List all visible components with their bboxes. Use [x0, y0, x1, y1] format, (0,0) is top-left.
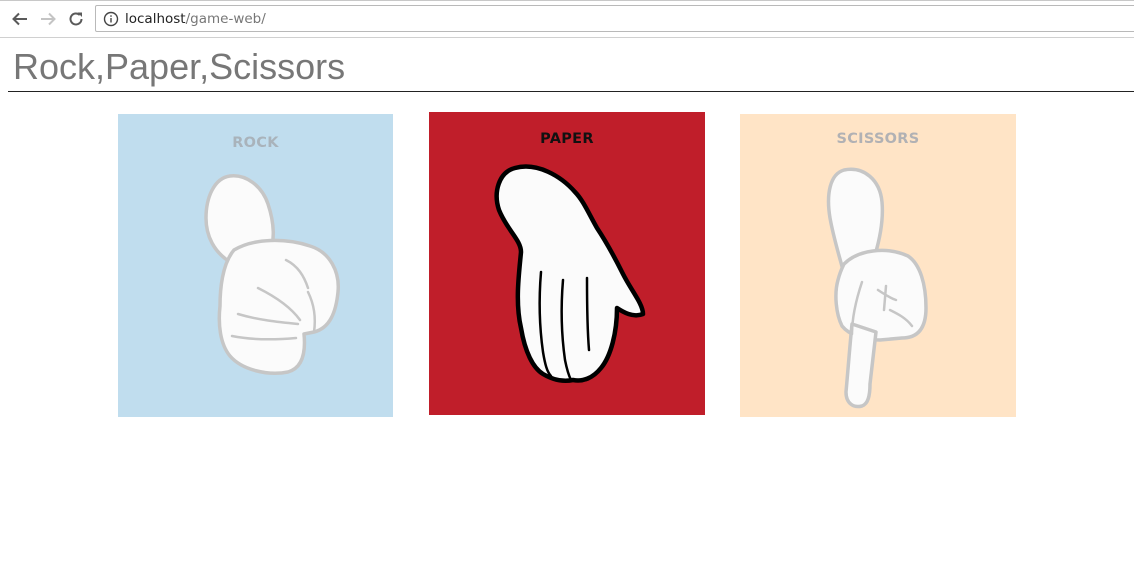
address-url[interactable]: localhost/game-web/ — [125, 11, 266, 27]
scissors-hand-icon — [826, 167, 928, 409]
back-arrow-icon — [12, 12, 27, 26]
window-top-border — [0, 0, 1134, 1]
page-title: Rock,Paper,Scissors — [13, 46, 346, 87]
forward-button[interactable] — [36, 7, 60, 31]
choice-card-paper[interactable]: PAPER — [429, 112, 705, 415]
paper-hand-icon — [494, 164, 646, 383]
rock-hand-icon — [204, 174, 340, 375]
info-icon[interactable] — [103, 11, 119, 27]
reload-button[interactable] — [64, 7, 88, 31]
reload-icon — [69, 12, 83, 26]
browser-toolbar: localhost/game-web/ — [0, 0, 1134, 38]
forward-arrow-icon — [41, 12, 56, 26]
back-button[interactable] — [8, 7, 32, 31]
url-host: localhost — [125, 11, 186, 27]
url-path: /game-web/ — [185, 11, 266, 27]
title-divider — [8, 91, 1134, 92]
choice-card-rock[interactable]: ROCK — [118, 114, 393, 417]
address-bar[interactable]: localhost/game-web/ — [95, 5, 1134, 32]
choice-card-scissors[interactable]: SCISSORS — [740, 114, 1016, 417]
